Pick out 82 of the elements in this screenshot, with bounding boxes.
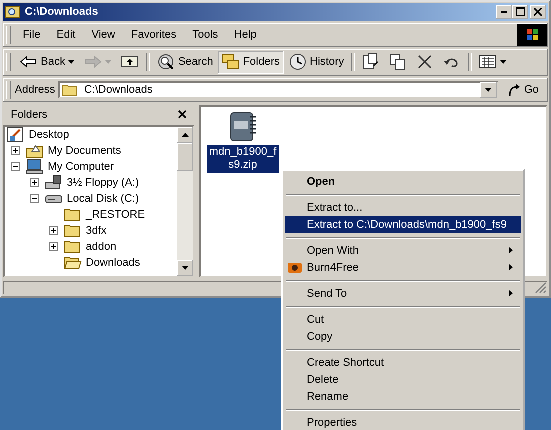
menu-item[interactable]: Favorites — [123, 26, 185, 43]
views-icon — [479, 53, 498, 72]
menu-item[interactable]: Tools — [184, 26, 226, 43]
menu-item[interactable]: View — [84, 26, 124, 43]
window-title: C:\Downloads — [25, 6, 100, 18]
copy-to-icon — [389, 53, 408, 72]
search-button[interactable]: Search — [153, 50, 218, 74]
tree-item[interactable]: My Documents — [46, 144, 124, 157]
computer-icon — [26, 158, 44, 175]
move-to-icon — [362, 53, 380, 72]
tree-item[interactable]: _RESTORE — [84, 208, 148, 221]
history-button[interactable]: History — [285, 50, 348, 74]
vertical-scrollbar[interactable] — [177, 126, 193, 276]
menu-item[interactable]: Edit — [48, 26, 84, 43]
maximize-icon — [516, 7, 524, 16]
minimize-button[interactable] — [496, 4, 512, 19]
minimize-icon — [501, 10, 507, 13]
collapse-icon[interactable] — [30, 194, 39, 204]
caret-icon — [68, 60, 76, 64]
zip-file-icon[interactable] — [228, 110, 258, 143]
folder-icon — [64, 206, 82, 223]
caret-icon — [500, 60, 508, 64]
go-button[interactable]: Go — [499, 83, 547, 98]
expand-icon[interactable] — [11, 146, 20, 156]
tree-item[interactable]: Downloads — [84, 256, 142, 269]
tree-item[interactable]: Local Disk (C:) — [65, 192, 142, 205]
folder-search-icon — [5, 4, 21, 20]
menu-item[interactable]: Send To — [285, 285, 521, 302]
tree-item[interactable]: addon — [84, 240, 119, 253]
expand-icon[interactable] — [30, 178, 39, 188]
maximize-button[interactable] — [512, 4, 528, 19]
folders-icon — [222, 53, 240, 72]
submenu-arrow-icon — [509, 290, 513, 297]
folder-icon — [64, 222, 82, 239]
folders-button[interactable]: Folders — [218, 50, 284, 74]
expand-icon[interactable] — [49, 242, 58, 252]
documents-icon — [26, 142, 44, 159]
close-button[interactable] — [530, 4, 546, 19]
menu-item[interactable]: Rename — [285, 388, 521, 405]
caret-icon — [105, 60, 112, 64]
menu-item[interactable]: Properties — [285, 414, 521, 430]
tree-item[interactable]: My Computer — [46, 160, 116, 173]
folder-icon — [64, 238, 82, 255]
menu-item[interactable]: Cut — [285, 311, 521, 328]
menu-item[interactable]: Extract to C:\Downloads\mdn_b1900_fs9 — [285, 216, 521, 233]
menu-item[interactable]: File — [15, 26, 49, 43]
file-name[interactable]: mdn_b1900_fs9.zip — [207, 144, 279, 173]
caret-icon — [485, 88, 492, 92]
search-icon — [157, 53, 176, 72]
close-icon[interactable] — [178, 110, 187, 120]
menu-item[interactable]: Open With — [285, 242, 521, 259]
menu-item[interactable]: Extract to... — [285, 199, 521, 216]
expand-icon[interactable] — [49, 226, 58, 236]
submenu-arrow-icon — [509, 264, 513, 271]
menu-item[interactable]: Copy — [285, 328, 521, 345]
pane-title: Folders — [11, 108, 48, 121]
tree-item[interactable]: 3dfx — [84, 224, 109, 237]
resize-grip-icon[interactable] — [535, 282, 547, 294]
delete-icon — [416, 53, 434, 72]
back-button[interactable]: Back — [16, 50, 80, 74]
address-field[interactable]: C:\Downloads — [58, 81, 500, 100]
dropdown-button[interactable] — [480, 82, 498, 98]
up-arrow-icon[interactable] — [182, 132, 188, 137]
menu-item[interactable]: Create Shortcut — [285, 354, 521, 371]
down-arrow-icon[interactable] — [182, 266, 188, 270]
menu-item[interactable]: Delete — [285, 371, 521, 388]
address-label: Address — [15, 84, 56, 96]
close-icon — [534, 8, 542, 16]
submenu-arrow-icon — [509, 247, 513, 254]
tree-item[interactable]: Desktop — [27, 128, 72, 141]
windows-logo-icon — [517, 24, 547, 46]
clock-icon — [289, 53, 308, 72]
tree-item[interactable]: 3½ Floppy (A:) — [65, 176, 142, 189]
menu-item[interactable]: Burn4Free — [285, 259, 521, 276]
menu-item[interactable]: Open — [285, 173, 521, 190]
folder-icon — [62, 83, 78, 98]
open-folder-icon — [64, 254, 82, 271]
collapse-icon[interactable] — [11, 162, 20, 172]
menu-item[interactable]: Help — [226, 26, 265, 43]
floppy-icon — [45, 174, 63, 191]
curved-arrow-icon — [507, 83, 522, 98]
scrollbar-thumb[interactable] — [177, 142, 193, 171]
